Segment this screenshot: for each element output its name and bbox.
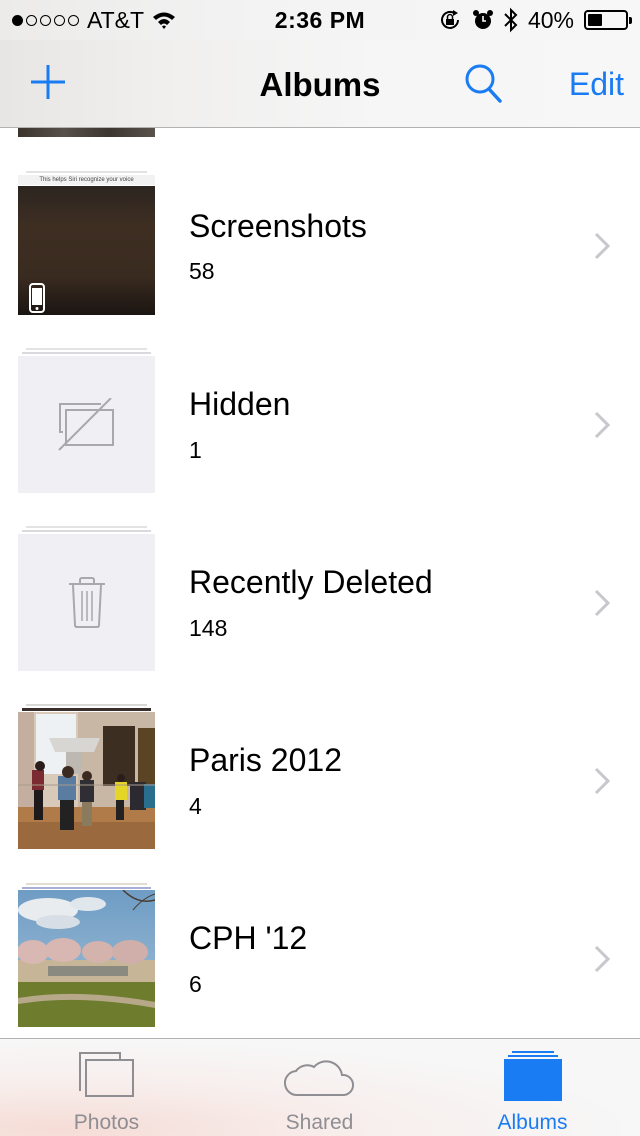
album-name: CPH '12 <box>189 920 308 956</box>
rotation-lock-icon <box>440 10 459 29</box>
album-name: Hidden <box>189 386 291 422</box>
album-count: 4 <box>189 793 202 819</box>
album-name: Recently Deleted <box>189 564 433 600</box>
album-name: Screenshots <box>189 208 367 244</box>
stack-edge <box>26 348 147 350</box>
album-row-paris-2012[interactable]: Paris 2012 4 <box>0 702 640 880</box>
chevron-right-icon <box>594 589 611 617</box>
album-thumbnail <box>18 712 155 849</box>
navigation-bar: Albums Edit <box>0 40 640 128</box>
album-list[interactable]: This helps Siri recognize your voice Scr… <box>0 0 640 1136</box>
search-icon[interactable] <box>463 62 503 104</box>
stack-edge <box>22 530 151 532</box>
park-photo <box>18 890 155 1027</box>
album-count: 6 <box>189 971 202 997</box>
album-row-recently-deleted[interactable]: Recently Deleted 148 <box>0 524 640 702</box>
bluetooth-icon <box>504 7 518 33</box>
tab-photos[interactable]: Photos <box>0 1039 213 1136</box>
tab-shared[interactable]: Shared <box>213 1039 426 1136</box>
stack-edge <box>22 352 151 354</box>
carrier-name: AT&T <box>87 6 145 33</box>
chevron-right-icon <box>594 232 611 260</box>
chevron-right-icon <box>594 767 611 795</box>
album-thumbnail <box>18 890 155 1027</box>
cellular-signal-icon <box>12 14 79 26</box>
wifi-icon <box>153 12 176 29</box>
album-count: 58 <box>189 258 215 284</box>
battery-percent: 40% <box>527 6 574 33</box>
album-thumbnail <box>18 534 155 671</box>
trash-icon <box>68 576 105 628</box>
alarm-icon <box>472 10 493 29</box>
stack-edge <box>26 704 147 706</box>
cloud-icon <box>283 1060 354 1097</box>
album-row-screenshots[interactable]: This helps Siri recognize your voice Scr… <box>0 168 640 346</box>
album-thumbnail: This helps Siri recognize your voice <box>18 175 155 315</box>
museum-photo <box>18 712 155 849</box>
tab-label: Albums <box>497 1111 568 1134</box>
chevron-right-icon <box>594 411 611 439</box>
album-row-cph-12[interactable]: CPH '12 6 <box>0 880 640 1058</box>
tab-label: Shared <box>285 1111 354 1134</box>
edit-button[interactable]: Edit <box>569 66 624 103</box>
page-title: Albums <box>259 66 381 103</box>
albums-icon <box>503 1051 562 1101</box>
stack-edge <box>26 526 147 528</box>
tab-label: Photos <box>73 1111 140 1134</box>
partial-album-thumb <box>18 128 155 137</box>
battery-icon <box>584 10 632 30</box>
album-count: 148 <box>189 615 228 641</box>
hidden-photos-icon <box>57 397 114 451</box>
iphone-icon <box>29 283 45 313</box>
stack-edge <box>22 887 151 889</box>
tab-bar: Photos Shared Albums <box>0 1038 640 1136</box>
tab-albums[interactable]: Albums <box>426 1039 639 1136</box>
stack-edge <box>26 883 147 885</box>
stack-edge <box>22 708 151 711</box>
chevron-right-icon <box>594 945 611 973</box>
album-row-hidden[interactable]: Hidden 1 <box>0 346 640 524</box>
album-name: Paris 2012 <box>189 742 342 778</box>
status-bar: AT&T 2:36 PM 40% <box>0 0 640 40</box>
stack-edge <box>26 171 147 173</box>
album-count: 1 <box>189 437 202 463</box>
photos-icon <box>78 1052 134 1097</box>
album-thumbnail <box>18 356 155 493</box>
battery-level <box>588 14 603 26</box>
